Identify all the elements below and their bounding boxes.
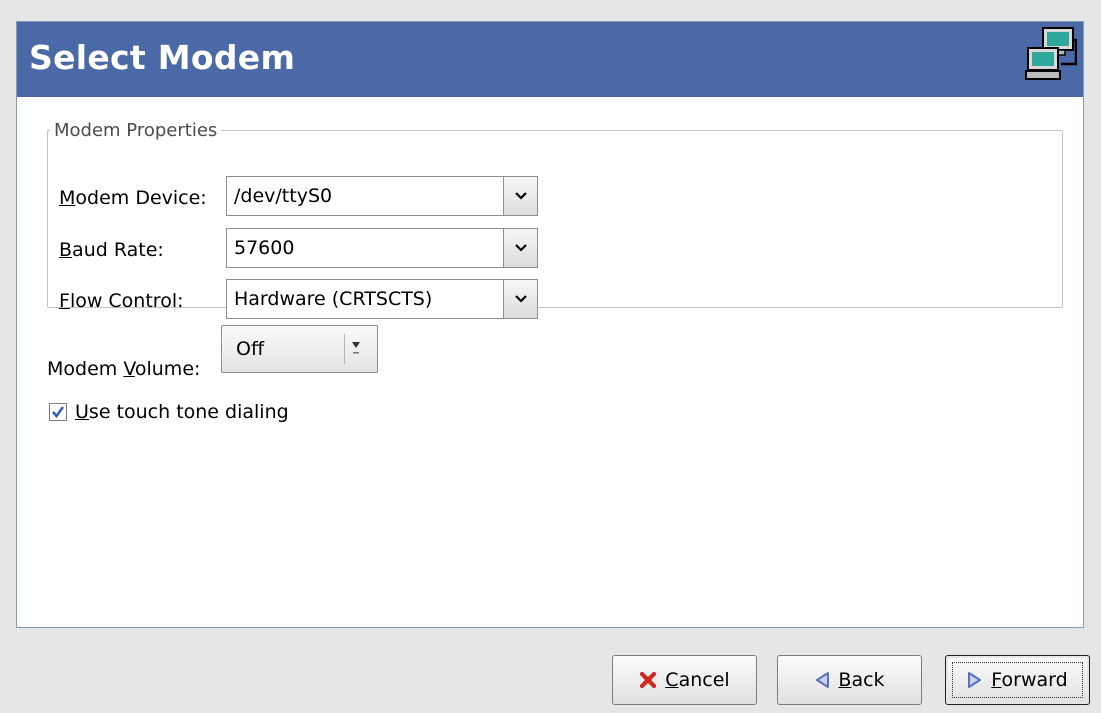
baud-rate-dropdown-button[interactable]	[503, 229, 537, 267]
back-arrow-icon	[816, 672, 830, 688]
forward-arrow-icon	[968, 672, 982, 688]
chevron-down-icon	[514, 192, 527, 200]
touch-tone-row[interactable]: Use touch tone dialing	[49, 401, 289, 423]
flow-control-value[interactable]: Hardware (CRTSCTS)	[227, 280, 503, 318]
cancel-x-icon	[640, 671, 657, 689]
option-menu-separator	[344, 334, 345, 364]
network-computers-icon	[1025, 27, 1077, 80]
touch-tone-label[interactable]: Use touch tone dialing	[75, 401, 289, 423]
flow-control-label: Flow Control:	[59, 290, 184, 312]
modem-volume-label: Modem Volume:	[47, 358, 201, 380]
back-label: Back	[838, 669, 885, 691]
flow-control-combo[interactable]: Hardware (CRTSCTS)	[226, 279, 538, 319]
flow-control-dropdown-button[interactable]	[503, 280, 537, 318]
modem-volume-value: Off	[236, 338, 265, 360]
modem-properties-group	[47, 130, 1063, 308]
modem-properties-legend: Modem Properties	[50, 120, 222, 142]
wizard-panel: Select Modem	[16, 21, 1084, 628]
baud-rate-label: Baud Rate:	[59, 239, 164, 261]
baud-rate-combo[interactable]: 57600	[226, 228, 538, 268]
forward-label: Forward	[991, 669, 1068, 691]
forward-button[interactable]: Forward	[945, 655, 1090, 705]
option-menu-arrow-icon	[352, 342, 360, 354]
cancel-button[interactable]: Cancel	[612, 655, 757, 705]
modem-volume-option-menu[interactable]: Off	[221, 325, 378, 373]
modem-device-combo[interactable]: /dev/ttyS0	[226, 176, 538, 216]
modem-device-label: Modem Device:	[59, 187, 207, 209]
chevron-down-icon	[514, 295, 527, 303]
checkmark-icon	[52, 406, 65, 419]
back-button[interactable]: Back	[777, 655, 922, 705]
cancel-label: Cancel	[665, 669, 730, 691]
baud-rate-value[interactable]: 57600	[227, 229, 503, 267]
header-banner: Select Modem	[17, 22, 1083, 97]
modem-device-dropdown-button[interactable]	[503, 177, 537, 215]
page-title: Select Modem	[29, 38, 296, 77]
touch-tone-checkbox[interactable]	[49, 403, 67, 421]
chevron-down-icon	[514, 244, 527, 252]
modem-device-value[interactable]: /dev/ttyS0	[227, 177, 503, 215]
